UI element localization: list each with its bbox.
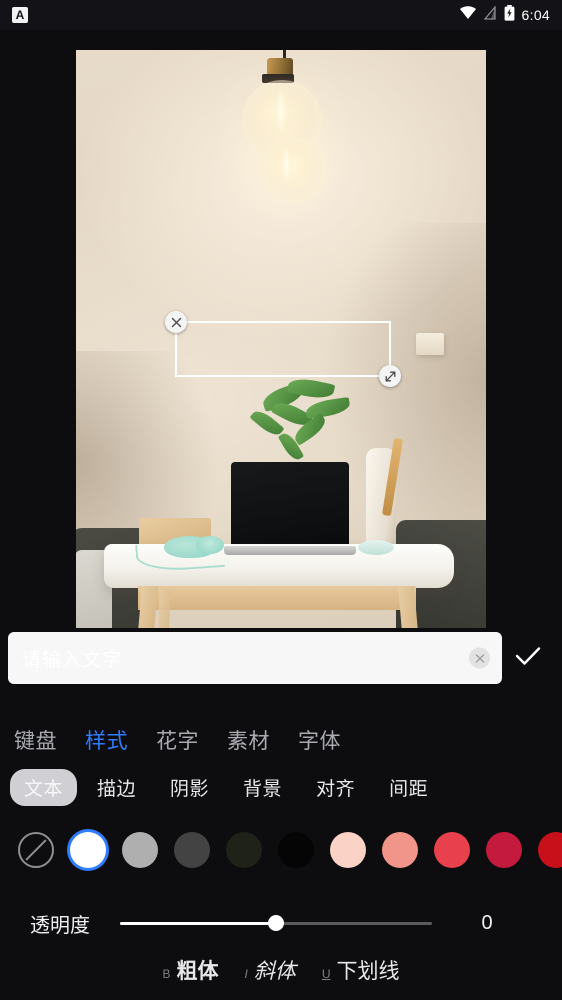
photo-canvas[interactable] — [76, 50, 486, 628]
status-bar: A 6:04 — [0, 0, 562, 30]
opacity-value: 0 — [481, 911, 493, 934]
check-icon — [514, 645, 542, 672]
confirm-button[interactable] — [502, 632, 554, 684]
status-bar-right: 6:04 — [459, 4, 550, 26]
app-notification-icon: A — [12, 7, 28, 23]
photo-lamp-filament-lower — [282, 146, 290, 184]
color-swatch-crimson[interactable] — [486, 832, 522, 868]
subtab-shadow[interactable]: 阴影 — [156, 769, 223, 806]
photo-laptop-base — [224, 546, 356, 555]
battery-charging-icon — [504, 4, 515, 26]
status-bar-clock: 6:04 — [521, 7, 550, 23]
bold-label: 粗体 — [176, 960, 219, 983]
tab-material[interactable]: 素材 — [227, 725, 270, 755]
underline-button[interactable]: U 下划线 — [322, 955, 400, 985]
opacity-label: 透明度 — [30, 914, 90, 937]
signal-off-icon — [483, 4, 497, 25]
color-swatch-red[interactable] — [434, 832, 470, 868]
color-swatch-none[interactable] — [18, 832, 54, 868]
italic-button[interactable]: I 斜体 — [245, 955, 296, 985]
underline-mark: U — [321, 967, 331, 981]
color-swatch-white[interactable] — [70, 832, 106, 868]
italic-label: 斜体 — [253, 960, 296, 983]
tab-font[interactable]: 字体 — [298, 725, 341, 755]
photo-desk-leg-back-left — [156, 590, 171, 628]
color-swatch-light-gray[interactable] — [122, 832, 158, 868]
color-swatch-strip[interactable] — [0, 820, 562, 880]
photo-light-switch — [416, 333, 444, 355]
bold-button[interactable]: B 粗体 — [162, 955, 218, 985]
color-swatch-salmon[interactable] — [382, 832, 418, 868]
photo-lamp-filament-upper — [276, 88, 285, 134]
app-screen: A 6:04 请输入文字 键盘 样式 花字 素材 字体 文本 描边 阴影 背景 … — [0, 0, 562, 1000]
wifi-icon — [459, 5, 477, 25]
color-swatch-dark-gray[interactable] — [174, 832, 210, 868]
subtab-background[interactable]: 背景 — [229, 769, 296, 806]
photo-headphones-ear — [196, 536, 224, 554]
color-swatch-light-pink[interactable] — [330, 832, 366, 868]
italic-mark: I — [244, 967, 248, 981]
color-swatch-black[interactable] — [278, 832, 314, 868]
text-input-row: 请输入文字 — [0, 630, 562, 686]
text-input-placeholder[interactable]: 请输入文字 — [22, 645, 122, 672]
subtab-stroke[interactable]: 描边 — [83, 769, 150, 806]
photo-lamp-globe-lower — [260, 138, 327, 204]
subtab-align[interactable]: 对齐 — [302, 769, 369, 806]
subtab-spacing[interactable]: 间距 — [375, 769, 442, 806]
opacity-slider-fill — [120, 921, 276, 925]
status-bar-left: A — [12, 7, 28, 23]
tab-keyboard[interactable]: 键盘 — [14, 725, 57, 755]
tab-fancy-text[interactable]: 花字 — [156, 725, 199, 755]
bold-mark: B — [162, 967, 171, 981]
text-style-row: B 粗体 I 斜体 U 下划线 — [0, 950, 562, 990]
photo-laptop-screen — [231, 462, 349, 548]
underline-label: 下划线 — [336, 960, 400, 983]
photo-desk-apron — [138, 586, 416, 610]
editor-panel: 请输入文字 键盘 样式 花字 素材 字体 文本 描边 阴影 背景 对齐 间距 透… — [0, 628, 562, 1000]
opacity-row: 透明度 0 — [0, 903, 562, 943]
tab-style[interactable]: 样式 — [85, 725, 128, 755]
subtab-text[interactable]: 文本 — [10, 768, 78, 806]
photo-small-object — [358, 540, 394, 555]
close-icon[interactable] — [165, 311, 187, 333]
text-box-overlay[interactable] — [165, 311, 401, 387]
opacity-slider[interactable] — [120, 915, 432, 931]
color-swatch-dark-red[interactable] — [538, 832, 562, 868]
color-swatch-near-black-green[interactable] — [226, 832, 262, 868]
resize-handle-icon[interactable] — [379, 365, 401, 387]
style-subtabs: 文本 描边 阴影 背景 对齐 间距 — [0, 766, 562, 808]
clear-circle-icon[interactable] — [469, 647, 490, 669]
editor-tabs: 键盘 样式 花字 素材 字体 — [0, 720, 562, 760]
search-input-container[interactable]: 请输入文字 — [8, 632, 502, 684]
opacity-slider-thumb[interactable] — [268, 915, 284, 931]
